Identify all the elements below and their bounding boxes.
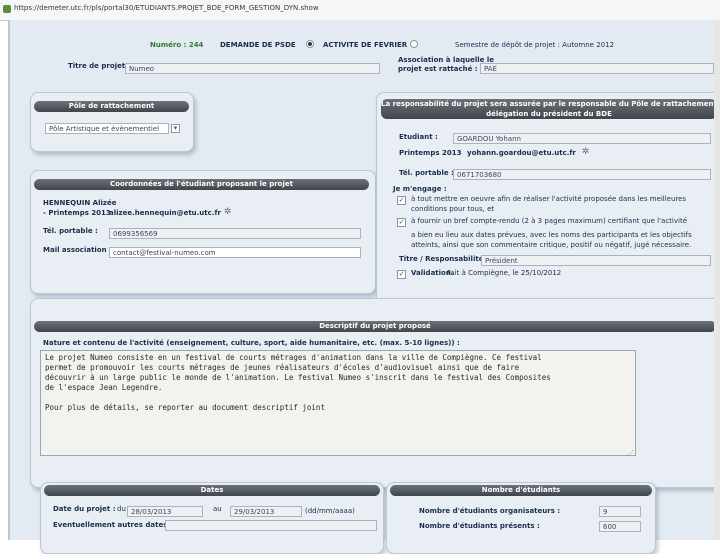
responsable-header-line-1: La responsabilité du projet sera assurée… [381,100,717,108]
association-input[interactable]: PAE [480,63,714,74]
refresh-icon[interactable]: ✲ [581,148,590,157]
dates-panel: Dates Date du projet : du 28/03/2013 au … [40,482,384,554]
etudiant-label: Etudiant : [399,133,438,141]
page-scrollbar[interactable] [714,20,720,540]
pole-panel: Pôle de rattachement Pôle Artistique et … [30,92,194,152]
mail-association-input[interactable]: contact@festival-numeo.com [109,247,361,258]
option-fevrier-label: ACTIVITE DE FEVRIER [323,41,408,49]
engagement-line-3: à fournir un bref compte-rendu (2 à 3 pa… [411,217,688,225]
option-fevrier-radio[interactable] [410,40,418,48]
validation-checkbox[interactable]: ✓ [397,270,406,279]
pole-header: Pôle de rattachement [34,101,189,112]
refresh-icon[interactable]: ✲ [223,208,232,217]
date-au-label: au [213,505,222,513]
engage-label: Je m'engage : [393,185,447,193]
engagement-line-5: atteints, ainsi que son commentaire crit… [411,241,692,249]
option-bde-radio[interactable] [306,40,314,48]
autres-dates-label: Eventuellement autres dates : [53,521,173,529]
engagement-line-4: a bien eu lieu aux dates prévues, avec l… [411,231,692,239]
validation-value: Fait à Compiègne, le 25/10/2012 [447,269,562,277]
project-title-label: Titre de projet : [68,62,131,70]
url-text[interactable]: https://demeter.utc.fr/pls/portal30/ETUD… [14,4,319,12]
student-semester: - Printemps 2013 [43,209,111,217]
titre-resp-label: Titre / Responsabilité : [399,255,489,263]
project-title-input[interactable]: Numeo [125,63,380,74]
autres-dates-input[interactable] [165,520,377,531]
form-page: Numéro : 244 DEMANDE DE PSDE ACTIVITE DE… [8,20,720,554]
etudiant-input[interactable]: GOARDOU Yohann [453,133,711,144]
tel-input[interactable]: 0699356569 [109,228,361,239]
resp-tel-input[interactable]: 0671703680 [453,169,711,180]
date-label: Date du projet : [53,505,116,513]
semester-label: Semestre de dépôt de projet : Automne 20… [455,41,615,49]
mail-association-label: Mail association : [43,246,112,254]
engagement-checkbox-1[interactable]: ✓ [397,196,406,205]
engagement-line-2: conditions pour tous, et [411,205,495,213]
date-du-label: du [117,505,126,513]
date-from-input[interactable]: 28/03/2013 [127,506,203,517]
chevron-down-icon[interactable]: ▾ [171,124,180,133]
responsable-header: La responsabilité du projet sera assurée… [381,99,717,119]
association-label-2: projet est rattaché : [398,65,478,73]
resp-tel-label: Tél. portable : [399,169,454,177]
responsable-panel: La responsabilité du projet sera assurée… [376,92,720,312]
tel-label: Tél. portable : [43,227,98,235]
descriptif-panel: Descriptif du projet proposé Nature et c… [30,298,720,488]
nombre-header: Nombre d'étudiants [390,485,652,496]
coordonnees-header: Coordonnées de l'étudiant proposant le p… [34,179,369,190]
responsable-header-line-2: délégation du président du BDE [486,110,612,118]
descriptif-label: Nature et contenu de l'activité (enseign… [43,339,460,347]
organisateurs-label: Nombre d'étudiants organisateurs : [419,507,561,515]
etudiant-semester: Printemps 2013 [399,149,462,157]
browser-address-bar[interactable]: https://demeter.utc.fr/pls/portal30/ETUD… [0,0,720,21]
organisateurs-input[interactable]: 9 [599,506,641,517]
date-format-hint: (dd/mm/aaaa) [305,507,355,515]
presents-label: Nombre d'étudiants présents : [419,522,540,530]
dates-header: Dates [44,485,380,496]
project-number: Numéro : 244 [150,41,204,49]
site-favicon-icon [3,5,11,13]
engagement-checkbox-2[interactable]: ✓ [397,218,406,227]
date-to-input[interactable]: 29/03/2013 [230,506,302,517]
option-bde-label: DEMANDE DE PSDE [220,41,296,49]
student-email: alizee.hennequin@etu.utc.fr [109,209,221,217]
pole-select[interactable]: Pôle Artistique et évènementiel [45,123,169,134]
student-name: HENNEQUIN Alizée [43,199,117,207]
presents-input[interactable]: 600 [599,521,641,532]
descriptif-textarea[interactable]: Le projet Numeo consiste en un festival … [40,350,636,456]
coordonnees-panel: Coordonnées de l'étudiant proposant le p… [30,170,376,294]
resize-handle-icon[interactable]: ⋰ [627,449,634,457]
descriptif-header: Descriptif du projet proposé [34,321,716,332]
engagement-line-1: à tout mettre en oeuvre afin de réaliser… [411,195,687,203]
titre-resp-input[interactable]: Président [481,255,711,266]
nombre-panel: Nombre d'étudiants Nombre d'étudiants or… [386,482,656,554]
etudiant-email: yohann.goardou@etu.utc.fr [467,149,576,157]
